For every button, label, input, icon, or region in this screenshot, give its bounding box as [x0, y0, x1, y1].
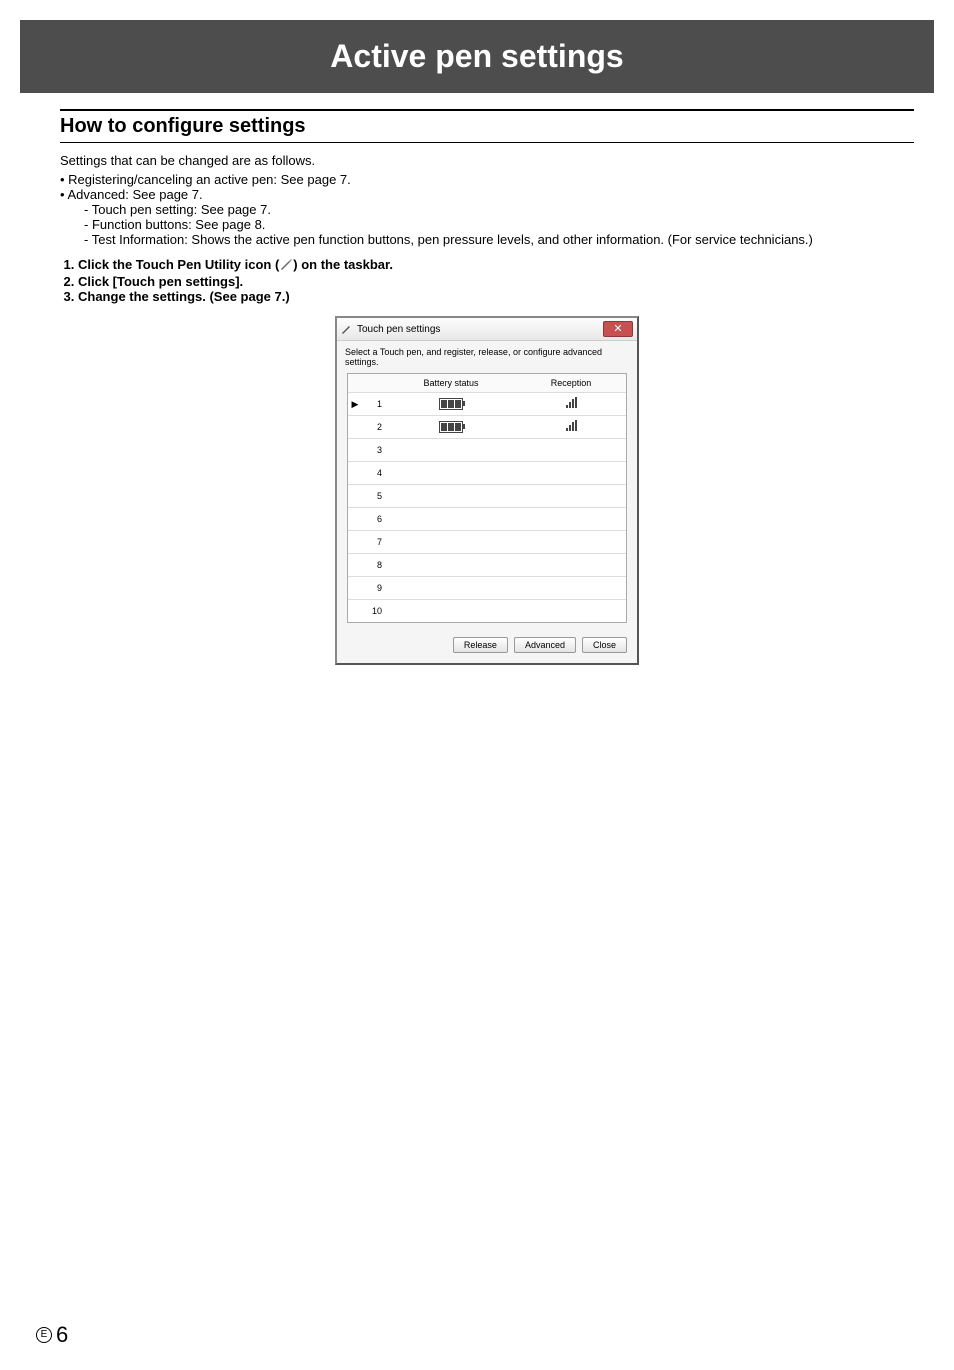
- table-row[interactable]: ▶1: [348, 393, 626, 416]
- sub-test-info: Test Information: Shows the active pen f…: [84, 232, 914, 247]
- row-number: 10: [362, 606, 386, 616]
- battery-cell: [386, 540, 516, 544]
- table-row[interactable]: 6: [348, 508, 626, 531]
- release-button[interactable]: Release: [453, 637, 508, 653]
- row-number: 7: [362, 537, 386, 547]
- battery-cell: [386, 494, 516, 498]
- content-area: How to configure settings Settings that …: [60, 109, 914, 665]
- dialog-button-row: Release Advanced Close: [337, 631, 637, 663]
- page-title: Active pen settings: [330, 38, 623, 74]
- bullet-list: Registering/canceling an active pen: See…: [60, 172, 914, 247]
- close-icon[interactable]: ✕: [603, 321, 633, 337]
- reception-cell: [516, 609, 626, 613]
- pen-icon: [341, 322, 353, 337]
- page-number: 6: [56, 1322, 68, 1348]
- sub-list: Touch pen setting: See page 7. Function …: [60, 202, 914, 247]
- page-footer: E 6: [36, 1322, 68, 1348]
- reception-cell: [516, 471, 626, 475]
- row-number: 4: [362, 468, 386, 478]
- row-number: 5: [362, 491, 386, 501]
- battery-cell: [386, 471, 516, 475]
- table-row[interactable]: 10: [348, 600, 626, 622]
- reception-cell: [516, 586, 626, 590]
- row-number: 1: [362, 399, 386, 409]
- battery-cell: [386, 609, 516, 613]
- battery-icon: [439, 398, 463, 410]
- dialog-titlebar: Touch pen settings ✕: [337, 318, 637, 341]
- table-row[interactable]: 9: [348, 577, 626, 600]
- sub-function-buttons: Function buttons: See page 8.: [84, 217, 914, 232]
- page-header: Active pen settings: [20, 20, 934, 93]
- pen-grid: Battery status Reception ▶1 2 3 4 5 6 7 8 9 10: [347, 373, 627, 623]
- row-number: 6: [362, 514, 386, 524]
- table-row[interactable]: 2: [348, 416, 626, 439]
- reception-cell: [516, 395, 626, 413]
- row-number: 8: [362, 560, 386, 570]
- row-number: 3: [362, 445, 386, 455]
- table-row[interactable]: 7: [348, 531, 626, 554]
- battery-cell: [386, 396, 516, 413]
- reception-cell: [516, 418, 626, 436]
- section-title: How to configure settings: [60, 109, 914, 143]
- lang-badge: E: [36, 1327, 52, 1343]
- row-number: 9: [362, 583, 386, 593]
- steps-list: Click the Touch Pen Utility icon () on t…: [60, 257, 914, 304]
- bullet-registering: Registering/canceling an active pen: See…: [60, 172, 914, 187]
- table-row[interactable]: 4: [348, 462, 626, 485]
- battery-cell: [386, 563, 516, 567]
- signal-icon: [566, 420, 577, 431]
- table-row[interactable]: 3: [348, 439, 626, 462]
- col-battery: Battery status: [386, 376, 516, 390]
- sub-touch-pen: Touch pen setting: See page 7.: [84, 202, 914, 217]
- col-reception: Reception: [516, 376, 626, 390]
- grid-header: Battery status Reception: [348, 374, 626, 393]
- step-2: Click [Touch pen settings].: [78, 274, 914, 289]
- reception-cell: [516, 494, 626, 498]
- reception-cell: [516, 517, 626, 521]
- signal-icon: [566, 397, 577, 408]
- row-selector-icon: ▶: [348, 399, 362, 410]
- dialog-title: Touch pen settings: [357, 324, 440, 335]
- dialog-instruction: Select a Touch pen, and register, releas…: [337, 341, 637, 373]
- battery-icon: [439, 421, 463, 433]
- battery-cell: [386, 419, 516, 436]
- battery-cell: [386, 517, 516, 521]
- reception-cell: [516, 563, 626, 567]
- close-button[interactable]: Close: [582, 637, 627, 653]
- row-number: 2: [362, 422, 386, 432]
- table-row[interactable]: 8: [348, 554, 626, 577]
- step-3: Change the settings. (See page 7.): [78, 289, 914, 304]
- touch-pen-settings-dialog: Touch pen settings ✕ Select a Touch pen,…: [335, 316, 639, 665]
- bullet-advanced: Advanced: See page 7. Touch pen setting:…: [60, 187, 914, 247]
- advanced-button[interactable]: Advanced: [514, 637, 576, 653]
- battery-cell: [386, 448, 516, 452]
- table-row[interactable]: 5: [348, 485, 626, 508]
- reception-cell: [516, 540, 626, 544]
- battery-cell: [386, 586, 516, 590]
- intro-text: Settings that can be changed are as foll…: [60, 153, 914, 168]
- reception-cell: [516, 448, 626, 452]
- pen-icon: [279, 257, 293, 274]
- step-1: Click the Touch Pen Utility icon () on t…: [78, 257, 914, 274]
